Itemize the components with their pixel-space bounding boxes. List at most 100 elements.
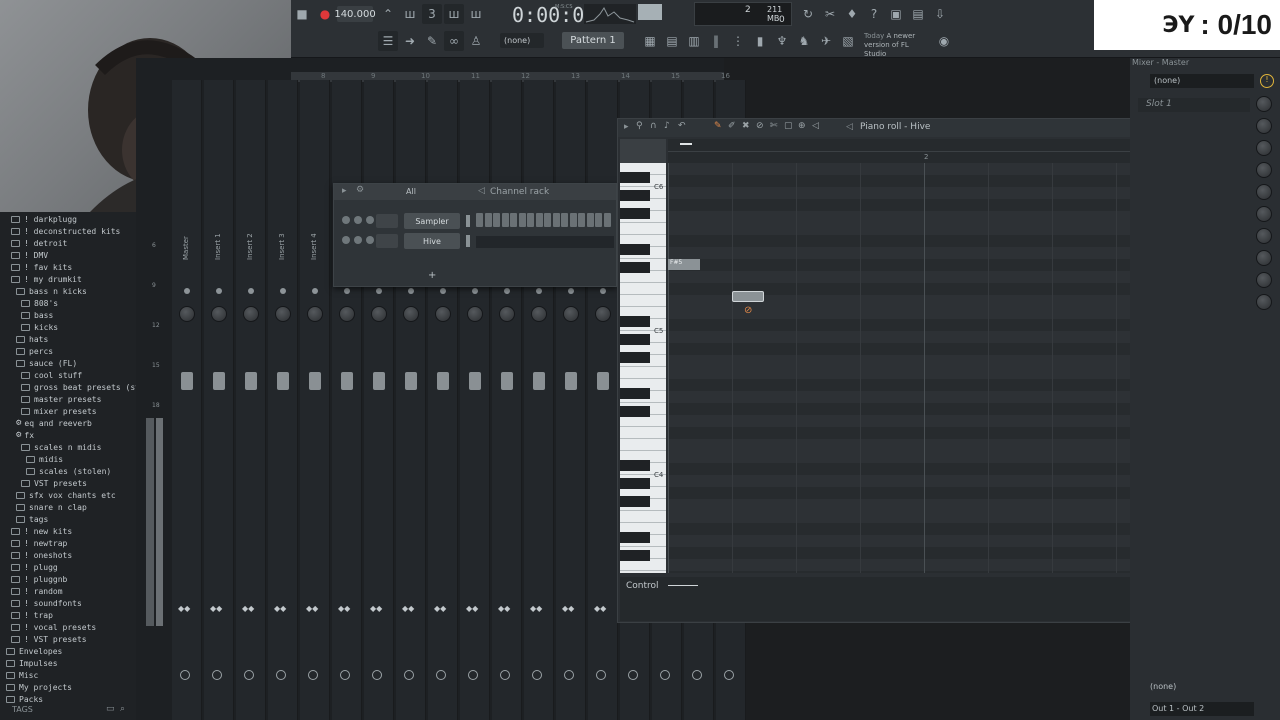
- black-key[interactable]: [620, 532, 650, 543]
- stereo-icon[interactable]: ◆◆: [178, 604, 190, 613]
- black-key[interactable]: [620, 550, 650, 561]
- send-indicator[interactable]: [436, 670, 446, 680]
- route-led[interactable]: [312, 288, 318, 294]
- slot-mix-knob[interactable]: [1256, 294, 1272, 310]
- route-led[interactable]: [600, 288, 606, 294]
- volume-fader[interactable]: [405, 372, 417, 390]
- control-label[interactable]: Control: [626, 581, 659, 591]
- globe-icon[interactable]: ◉: [934, 31, 954, 51]
- stereo-icon[interactable]: ◆◆: [562, 604, 574, 613]
- browser-folder[interactable]: snare n clap: [0, 501, 87, 513]
- channel-select[interactable]: [466, 215, 470, 227]
- send-indicator[interactable]: [340, 670, 350, 680]
- black-key[interactable]: [620, 262, 650, 273]
- browser-folder[interactable]: ! plugg: [0, 561, 58, 573]
- pan-knob[interactable]: [467, 306, 483, 322]
- mixer-track-button[interactable]: [376, 214, 398, 228]
- stamp-icon[interactable]: ♙: [466, 31, 486, 51]
- browser-folder[interactable]: ! darkplugg: [0, 213, 77, 225]
- pan-knob[interactable]: [211, 306, 227, 322]
- black-key[interactable]: [620, 208, 650, 219]
- step-button[interactable]: [578, 213, 585, 227]
- slot-mix-knob[interactable]: [1256, 96, 1272, 112]
- send-indicator[interactable]: [660, 670, 670, 680]
- browser-folder[interactable]: ! soundfonts: [0, 597, 82, 609]
- slot-mix-knob[interactable]: [1256, 184, 1272, 200]
- pan-knob[interactable]: [435, 306, 451, 322]
- pattern-select[interactable]: (none): [500, 33, 544, 48]
- render-icon[interactable]: ▤: [908, 4, 928, 24]
- stereo-icon[interactable]: ◆◆: [370, 604, 382, 613]
- playlist-icon[interactable]: ☰: [378, 31, 398, 51]
- route-led[interactable]: [280, 288, 286, 294]
- stereo-icon[interactable]: ◆◆: [306, 604, 318, 613]
- touch-keyboard-icon[interactable]: ♞: [794, 31, 814, 51]
- browser-folder[interactable]: ! my drumkit: [0, 273, 82, 285]
- mixer-strip[interactable]: ◆◆: [428, 80, 458, 720]
- channel-name-button[interactable]: Hive: [404, 233, 460, 249]
- browser-folder[interactable]: sfx vox chants etc: [0, 489, 116, 501]
- step-button[interactable]: [527, 213, 534, 227]
- note-label[interactable]: F#5: [668, 259, 700, 270]
- ghost-note[interactable]: [732, 291, 764, 302]
- snap-arrow-icon[interactable]: ➜: [400, 31, 420, 51]
- browser-folder[interactable]: kicks: [0, 321, 58, 333]
- note-icon[interactable]: ♪: [664, 121, 670, 131]
- browser-folder[interactable]: bass n kicks: [0, 285, 87, 297]
- browser-folder[interactable]: ! detroit: [0, 237, 67, 249]
- mixer-icon[interactable]: ‖: [706, 31, 726, 51]
- browser-folder[interactable]: ! vocal presets: [0, 621, 96, 633]
- volume-fader[interactable]: [565, 372, 577, 390]
- white-key[interactable]: [620, 511, 666, 523]
- volume-fader[interactable]: [533, 372, 545, 390]
- route-led[interactable]: [568, 288, 574, 294]
- send-indicator[interactable]: [564, 670, 574, 680]
- channel-row[interactable]: Hive: [334, 232, 616, 250]
- route-led[interactable]: [504, 288, 510, 294]
- browser-folder[interactable]: scales n midis: [0, 441, 101, 453]
- route-led[interactable]: [184, 288, 190, 294]
- playhead-marker[interactable]: [680, 143, 692, 145]
- news-icon[interactable]: ▧: [838, 31, 858, 51]
- select-tool-icon[interactable]: ▢: [784, 121, 793, 131]
- volume-fader[interactable]: [245, 372, 257, 390]
- volume-fader[interactable]: [277, 372, 289, 390]
- step-button[interactable]: [493, 213, 500, 227]
- step-button[interactable]: [544, 213, 551, 227]
- settings-icon[interactable]: ⚙: [356, 185, 364, 195]
- stereo-icon[interactable]: ◆◆: [498, 604, 510, 613]
- browser-folder[interactable]: Misc: [0, 669, 38, 681]
- stereo-icon[interactable]: ◆◆: [210, 604, 222, 613]
- slot-mix-knob[interactable]: [1256, 250, 1272, 266]
- pan-knob[interactable]: [563, 306, 579, 322]
- black-key[interactable]: [620, 406, 650, 417]
- mixer-strip[interactable]: ◆◆ Insert 3: [268, 80, 298, 720]
- undo-icon[interactable]: ↶: [678, 121, 686, 131]
- preset-select[interactable]: (none): [1150, 74, 1254, 88]
- channel-vol-knob[interactable]: [366, 236, 374, 244]
- pattern-preview[interactable]: [476, 236, 614, 248]
- slice-tool-icon[interactable]: ✄: [770, 121, 778, 131]
- mute-tool-icon[interactable]: ⊘: [756, 121, 764, 131]
- playback-tool-icon[interactable]: ◁: [812, 121, 819, 131]
- black-key[interactable]: [620, 460, 650, 471]
- slot-mix-knob[interactable]: [1256, 162, 1272, 178]
- browser-folder[interactable]: mixer presets: [0, 405, 97, 417]
- channel-pan-knob[interactable]: [354, 236, 362, 244]
- mixer-strip[interactable]: ◆◆: [524, 80, 554, 720]
- send-indicator[interactable]: [404, 670, 414, 680]
- folder-icon[interactable]: ▭: [106, 704, 115, 714]
- volume-fader[interactable]: [501, 372, 513, 390]
- step-button[interactable]: [569, 213, 577, 227]
- browser-folder[interactable]: ! oneshots: [0, 549, 72, 561]
- step-button[interactable]: [510, 213, 517, 227]
- zoom-tool-icon[interactable]: ⊕: [798, 121, 806, 131]
- mixer-strip[interactable]: ◆◆ Insert 1: [204, 80, 234, 720]
- browser-folder[interactable]: sauce (FL): [0, 357, 77, 369]
- clock-icon[interactable]: !: [1260, 74, 1274, 88]
- output-select[interactable]: Out 1 - Out 2: [1150, 702, 1254, 716]
- plugin-db-icon[interactable]: ▮: [750, 31, 770, 51]
- browser-folder[interactable]: ! random: [0, 585, 63, 597]
- mixer-strip[interactable]: ◆◆ Master: [172, 80, 202, 720]
- mixer-track-button[interactable]: [376, 234, 398, 248]
